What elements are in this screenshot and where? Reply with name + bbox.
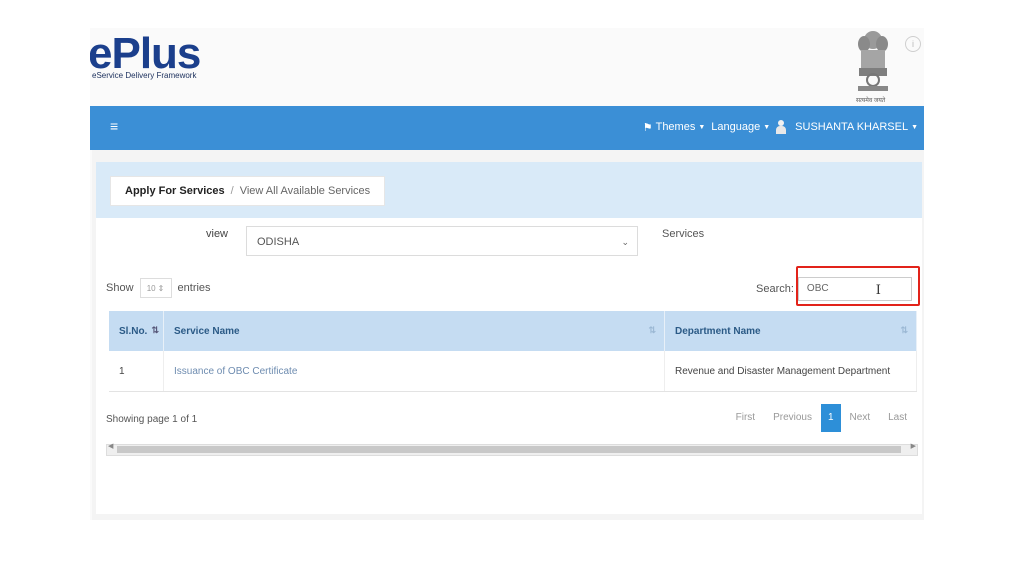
user-name: SUSHANTA KHARSEL — [795, 121, 909, 133]
services-table: Sl.No. ⇅ Service Name ⇅ Department Name … — [109, 311, 917, 392]
caret-down-icon: ▼ — [698, 123, 706, 131]
language-menu[interactable]: Language ▼ — [711, 121, 770, 133]
language-label: Language — [711, 121, 761, 133]
user-menu[interactable]: SUSHANTA KHARSEL ▼ — [776, 120, 918, 134]
breadcrumb: Apply For Services / View All Available … — [110, 176, 386, 206]
breadcrumb-apply-for-services[interactable]: Apply For Services — [125, 185, 225, 197]
breadcrumb-bar: Apply For Services / View All Available … — [96, 162, 922, 218]
view-label: view — [206, 228, 229, 240]
search-highlight-box — [796, 266, 920, 306]
service-link[interactable]: Issuance of OBC Certificate — [174, 366, 297, 377]
sort-icon: ⇅ — [151, 325, 159, 335]
flag-icon: ⚑ — [642, 121, 653, 134]
main-content: Apply For Services / View All Available … — [92, 150, 924, 520]
sort-icon: ⇅ — [900, 325, 908, 335]
table-row: 1 Issuance of OBC Certificate Revenue an… — [109, 351, 917, 392]
column-label: Department Name — [675, 325, 761, 337]
column-header-department-name[interactable]: Department Name ⇅ — [664, 311, 917, 351]
emblem-caption: सत्यमेव जयते — [856, 98, 886, 104]
site-header: ePlus eService Delivery Framework सत्यमे… — [90, 28, 924, 106]
scrollbar-thumb[interactable] — [117, 446, 901, 453]
page-info: Showing page 1 of 1 — [106, 414, 198, 425]
pagination: First Previous 1 Next Last — [727, 404, 916, 432]
scroll-right-icon[interactable]: ▶ — [911, 442, 916, 450]
search-label: Search: — [756, 283, 794, 295]
next-page-button[interactable]: Next — [841, 404, 880, 432]
page-1-button[interactable]: 1 — [820, 404, 841, 432]
caret-down-icon: ▼ — [763, 123, 771, 131]
previous-page-button[interactable]: Previous — [764, 404, 821, 432]
column-header-slno[interactable]: Sl.No. ⇅ — [109, 311, 164, 351]
chevron-down-icon: ⌄ — [621, 237, 629, 247]
services-panel: view ODISHA ⌄ Services Show 10 ⇕ entries… — [96, 218, 922, 514]
last-page-button[interactable]: Last — [879, 404, 916, 432]
themes-menu[interactable]: ⚑ Themes ▼ — [643, 121, 706, 134]
services-label: Services — [662, 228, 705, 240]
top-navbar: ≡ ⚑ Themes ▼ Language ▼ SUSHANTA KHARSEL… — [90, 106, 924, 150]
cell-department: Revenue and Disaster Management Departme… — [664, 351, 917, 392]
entries-label: entries — [177, 282, 211, 294]
column-header-service-name[interactable]: Service Name ⇅ — [163, 311, 665, 351]
info-icon[interactable]: i — [905, 36, 921, 52]
cell-slno: 1 — [109, 351, 164, 392]
themes-label: Themes — [655, 121, 696, 133]
screenshot-frame: ePlus eService Delivery Framework सत्यमे… — [90, 28, 924, 520]
national-emblem-icon — [858, 31, 888, 91]
show-entries: Show 10 ⇕ entries — [106, 278, 211, 298]
state-select[interactable]: ODISHA ⌄ — [246, 226, 638, 256]
scroll-left-icon[interactable]: ◀ — [108, 442, 113, 450]
column-label: Service Name — [174, 325, 240, 337]
show-label: Show — [106, 282, 134, 294]
sort-icon: ⇅ — [648, 325, 656, 335]
table-header-row: Sl.No. ⇅ Service Name ⇅ Department Name … — [109, 311, 917, 351]
state-select-value: ODISHA — [257, 236, 300, 248]
first-page-button[interactable]: First — [727, 404, 764, 432]
breadcrumb-current: View All Available Services — [239, 185, 371, 197]
entries-value: 10 — [146, 283, 156, 293]
updown-icon: ⇕ — [157, 283, 165, 293]
hamburger-icon[interactable]: ≡ — [110, 118, 118, 134]
entries-select[interactable]: 10 ⇕ — [139, 278, 172, 298]
logo-subtitle: eService Delivery Framework — [92, 71, 197, 80]
column-label: Sl.No. — [119, 325, 148, 337]
cell-service-name: Issuance of OBC Certificate — [163, 351, 665, 392]
caret-down-icon: ▼ — [911, 123, 918, 131]
horizontal-scrollbar[interactable]: ◀ ▶ — [106, 442, 918, 456]
user-icon — [776, 120, 787, 134]
breadcrumb-separator: / — [230, 185, 234, 197]
navbar-right: ⚑ Themes ▼ Language ▼ SUSHANTA KHARSEL ▼ — [643, 120, 918, 134]
